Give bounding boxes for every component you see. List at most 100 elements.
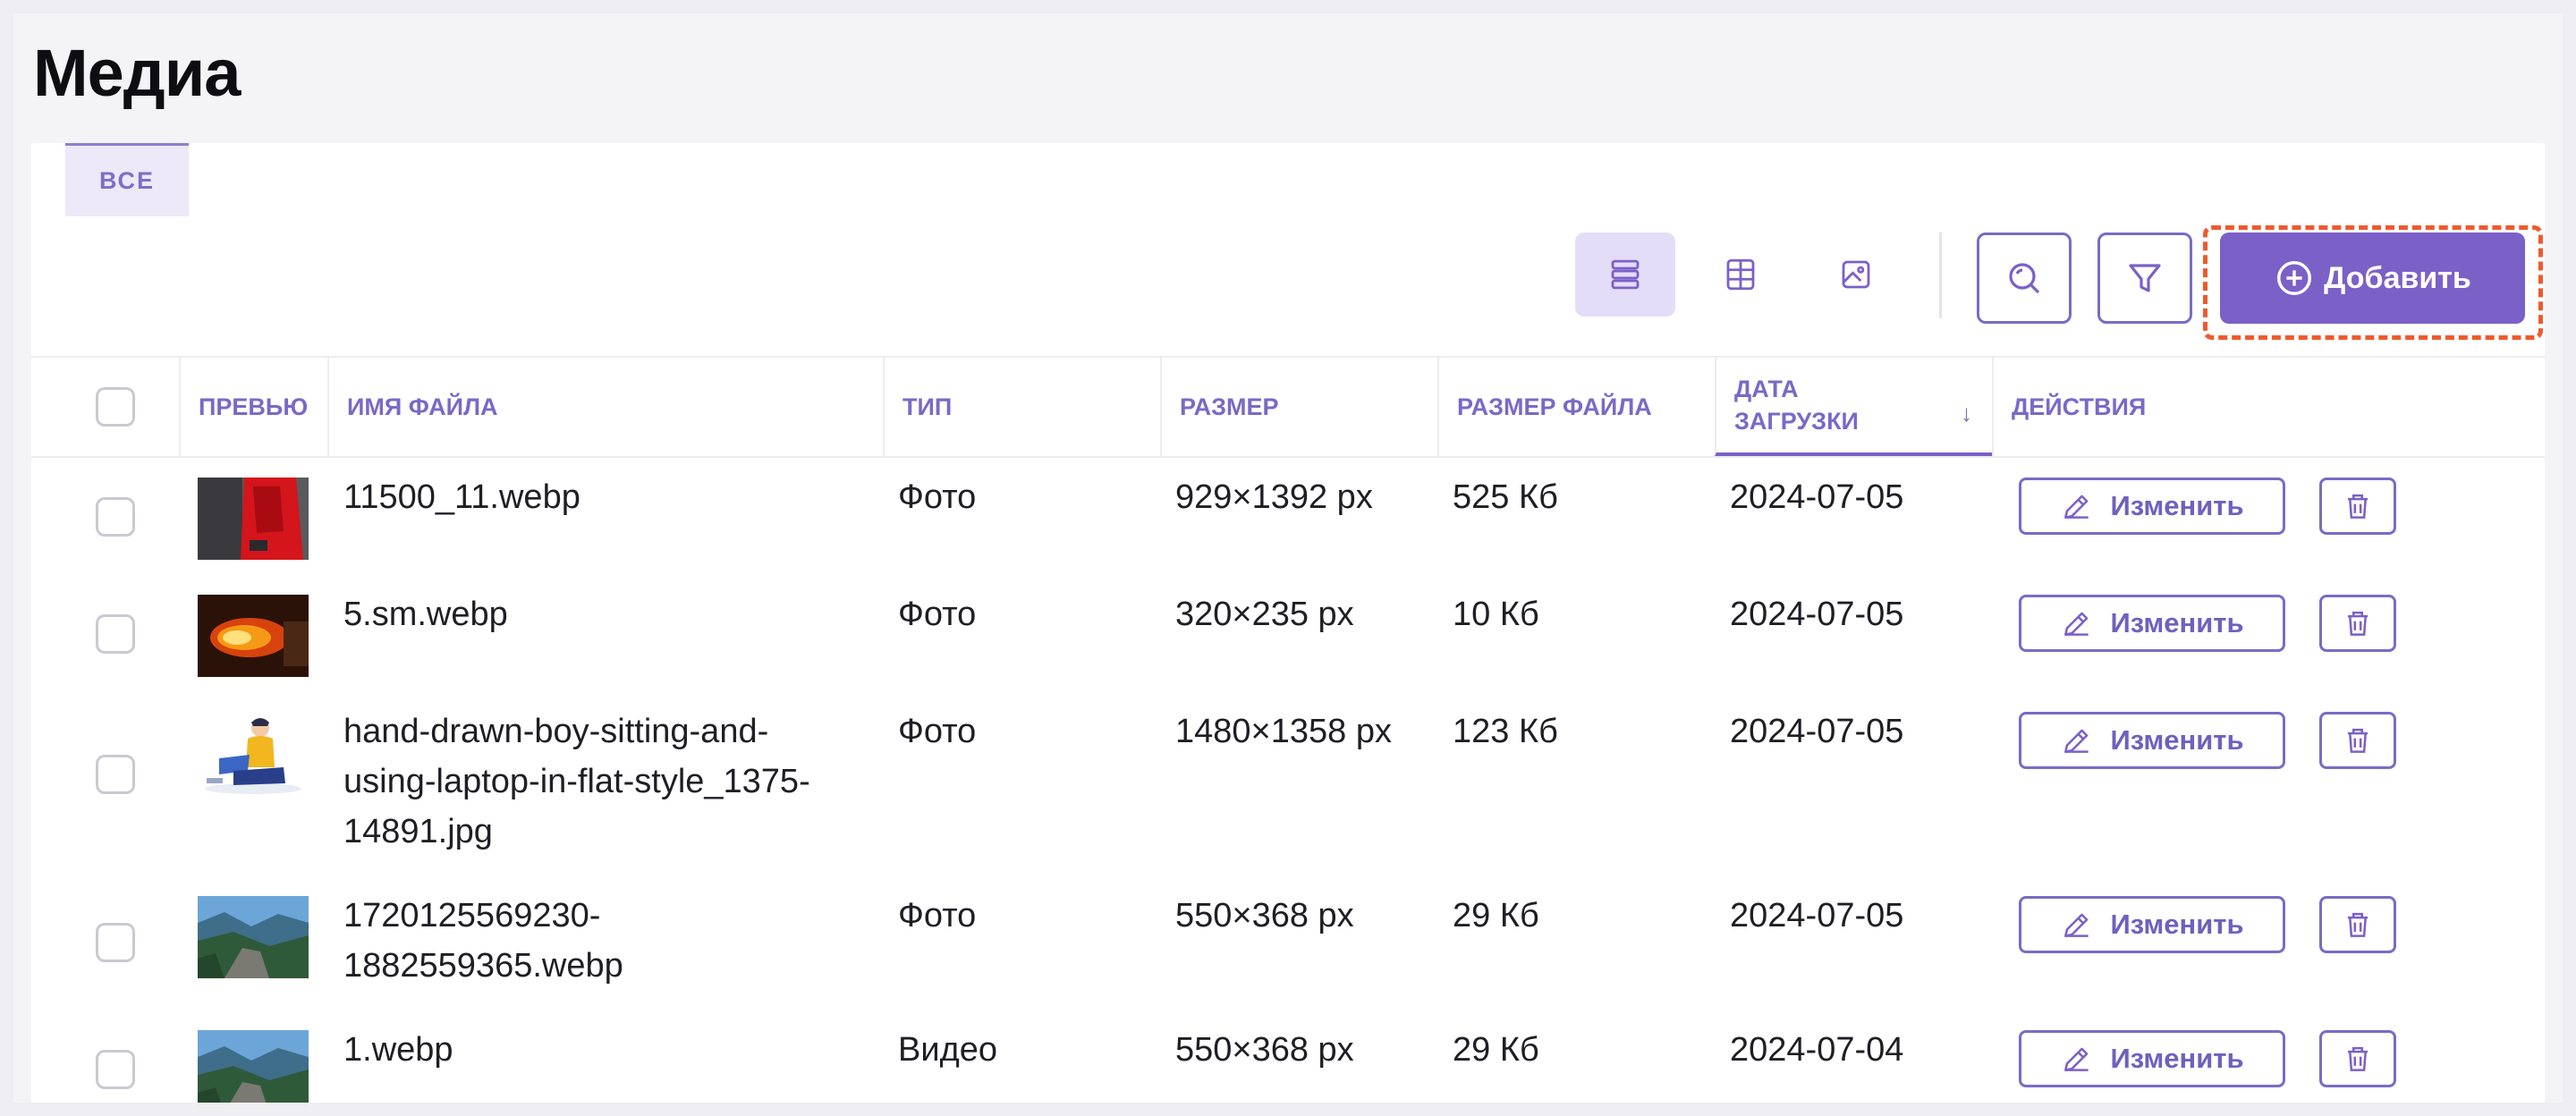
thumbnail-image (198, 1030, 309, 1103)
edit-button[interactable]: Изменить (2019, 478, 2285, 535)
column-filesize[interactable]: РАЗМЕР ФАЙЛА (1437, 358, 1715, 456)
delete-button[interactable] (2319, 478, 2396, 535)
image-size: 1480×1358 px (1175, 713, 1392, 750)
file-type: Фото (898, 897, 977, 934)
filename: 1720125569230- 1882559365.webp (343, 897, 623, 985)
file-type: Фото (898, 713, 977, 750)
list-view-button[interactable] (1575, 232, 1675, 317)
column-size[interactable]: РАЗМЕР (1160, 358, 1437, 456)
table-row: 5.sm.webp Фото 320×235 px 10 Кб 2024-07-… (31, 575, 2545, 692)
pencil-icon (2064, 495, 2089, 519)
image-size: 320×235 px (1175, 596, 1354, 633)
preview-thumbnail[interactable] (198, 595, 309, 677)
edit-button-label: Изменить (2110, 724, 2244, 756)
delete-button[interactable] (2319, 595, 2396, 652)
filename: hand-drawn-boy-sitting-and- using-laptop… (343, 713, 810, 850)
media-table: ПРЕВЬЮ ИМЯ ФАЙЛА ТИП РАЗМЕР РАЗМЕР ФАЙЛА… (31, 356, 2545, 1103)
row-checkbox[interactable] (96, 755, 135, 794)
delete-button[interactable] (2319, 712, 2396, 769)
edit-button-label: Изменить (2110, 607, 2244, 638)
tab-all[interactable]: ВСЕ (65, 143, 189, 216)
filename: 1.webp (343, 1031, 453, 1069)
image-icon (1842, 260, 1870, 289)
table-row: hand-drawn-boy-sitting-and- using-laptop… (31, 692, 2545, 876)
file-size: 123 Кб (1453, 713, 1558, 750)
file-size: 10 Кб (1453, 596, 1539, 633)
row-checkbox[interactable] (96, 923, 135, 962)
trash-icon (2347, 1046, 2368, 1071)
column-upload-date[interactable]: ДАТА ЗАГРУЗКИ ↓ (1715, 358, 1992, 456)
delete-button[interactable] (2319, 1030, 2396, 1087)
upload-date: 2024-07-05 (1730, 478, 1904, 516)
row-checkbox[interactable] (96, 614, 135, 654)
preview-thumbnail[interactable] (198, 1030, 309, 1103)
image-size: 550×368 px (1175, 1031, 1354, 1069)
pencil-icon (2064, 913, 2089, 937)
file-size: 29 Кб (1453, 1031, 1539, 1069)
preview-thumbnail[interactable] (198, 896, 309, 978)
toolbar: Добавить (31, 225, 2545, 340)
filter-icon (2129, 264, 2161, 292)
pencil-icon (2064, 1047, 2089, 1071)
trash-icon (2347, 494, 2368, 519)
table-header: ПРЕВЬЮ ИМЯ ФАЙЛА ТИП РАЗМЕР РАЗМЕР ФАЙЛА… (31, 356, 2545, 458)
table-row: 11500_11.webp Фото 929×1392 px 525 Кб 20… (31, 458, 2545, 575)
file-type: Видео (898, 1031, 998, 1069)
column-actions: ДЕЙСТВИЯ (1992, 358, 2545, 456)
image-size: 550×368 px (1175, 897, 1354, 934)
table-row: 1.webp Видео 550×368 px 29 Кб 2024-07-04… (31, 1010, 2545, 1103)
column-preview: ПРЕВЬЮ (179, 358, 327, 456)
page-title: Медиа (33, 36, 241, 110)
file-type: Фото (898, 478, 977, 516)
column-upload-date-line1: ДАТА (1734, 376, 1799, 402)
media-panel: ВСЕ Добавить ПРЕВЬЮ ИМЯ ФАЙЛА ТИП РАЗМЕР… (31, 143, 2545, 1103)
edit-button[interactable]: Изменить (2019, 1030, 2285, 1087)
column-filename[interactable]: ИМЯ ФАЙЛА (327, 358, 883, 456)
file-size: 29 Кб (1453, 897, 1539, 934)
upload-date: 2024-07-05 (1730, 713, 1904, 750)
gallery-view-button[interactable] (1806, 232, 1906, 317)
filter-button[interactable] (2097, 232, 2192, 324)
column-upload-date-line2: ЗАГРУЗКИ (1734, 408, 1859, 435)
sort-down-icon: ↓ (1961, 400, 1972, 427)
search-icon (2009, 263, 2040, 294)
column-type[interactable]: ТИП (883, 358, 1160, 456)
delete-button[interactable] (2319, 896, 2396, 953)
thumbnail-image (198, 595, 309, 677)
trash-icon (2347, 912, 2368, 937)
search-button[interactable] (1977, 232, 2072, 324)
thumbnail-image (198, 896, 309, 978)
upload-date: 2024-07-04 (1730, 1031, 1904, 1069)
edit-button[interactable]: Изменить (2019, 712, 2285, 769)
image-size: 929×1392 px (1175, 478, 1373, 516)
plus-circle-icon (2277, 261, 2312, 295)
trash-icon (2347, 728, 2368, 753)
thumbnail-image (198, 478, 309, 560)
edit-button-label: Изменить (2110, 1043, 2244, 1074)
row-checkbox[interactable] (96, 1050, 135, 1089)
filename: 11500_11.webp (343, 478, 580, 516)
grid-icon (1726, 258, 1755, 291)
preview-thumbnail[interactable] (198, 478, 309, 560)
add-button-label: Добавить (2324, 260, 2471, 295)
trash-icon (2347, 611, 2368, 636)
preview-thumbnail[interactable] (198, 712, 309, 794)
toolbar-divider (1939, 232, 1942, 318)
edit-button[interactable]: Изменить (2019, 595, 2285, 652)
row-checkbox[interactable] (96, 497, 135, 537)
table-view-button[interactable] (1690, 232, 1791, 317)
file-size: 525 Кб (1453, 478, 1558, 516)
edit-button-label: Изменить (2110, 490, 2244, 521)
media-page: Медиа ВСЕ Добавить ПРЕВЬЮ ИМЯ ФАЙЛА ТИП … (13, 13, 2563, 1103)
file-type: Фото (898, 596, 977, 633)
thumbnail-image (198, 712, 309, 794)
edit-button[interactable]: Изменить (2019, 896, 2285, 953)
add-button[interactable]: Добавить (2220, 232, 2525, 324)
pencil-icon (2064, 612, 2089, 636)
list-icon (1611, 259, 1640, 290)
table-row: 1720125569230- 1882559365.webp Фото 550×… (31, 876, 2545, 1010)
pencil-icon (2064, 729, 2089, 753)
upload-date: 2024-07-05 (1730, 596, 1904, 633)
edit-button-label: Изменить (2110, 909, 2244, 940)
select-all-checkbox[interactable] (96, 387, 135, 427)
